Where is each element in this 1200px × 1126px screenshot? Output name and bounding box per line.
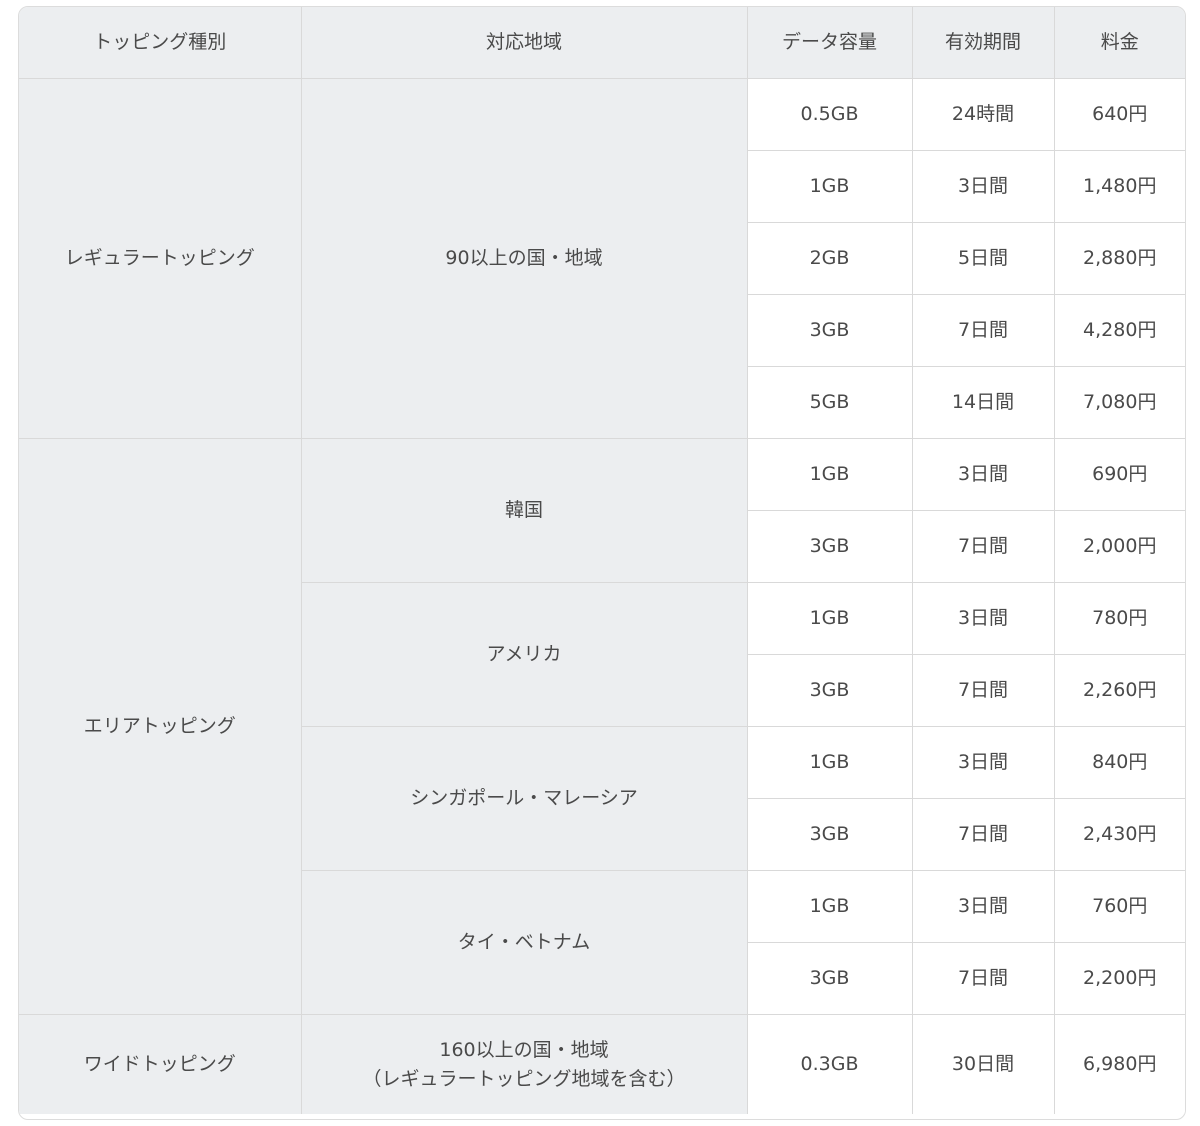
- price-cell: 2,200円: [1053, 942, 1185, 1015]
- data-capacity-cell: 2GB: [747, 222, 913, 295]
- price-cell: 4,280円: [1053, 294, 1185, 367]
- data-capacity-cell: 3GB: [747, 798, 913, 871]
- validity-period-cell: 7日間: [911, 798, 1055, 871]
- region-cell: シンガポール・マレーシア: [301, 726, 748, 871]
- validity-period-cell: 24時間: [911, 78, 1055, 151]
- price-cell: 760円: [1053, 870, 1185, 943]
- price-cell: 840円: [1053, 726, 1185, 799]
- region-line: 160以上の国・地域: [439, 1039, 609, 1061]
- data-capacity-cell: 3GB: [747, 510, 913, 583]
- region-cell: 韓国: [300, 438, 748, 583]
- validity-period-cell: 3日間: [911, 438, 1055, 511]
- table-row: レギュラートッピング 90以上の国・地域 0.5GB 24時間 640円: [19, 78, 1185, 439]
- table-row: ワイドトッピング 160以上の国・地域 （レギュラートッピング地域を含む） 0.…: [19, 1014, 1185, 1114]
- header-validity-period: 有効期間: [911, 7, 1055, 79]
- region-cell: アメリカ: [301, 582, 748, 727]
- price-cell: 7,080円: [1053, 366, 1185, 439]
- data-capacity-cell: 0.5GB: [746, 78, 913, 151]
- price-cell: 2,000円: [1053, 510, 1185, 583]
- validity-period-cell: 7日間: [911, 654, 1055, 727]
- validity-period-cell: 7日間: [911, 942, 1055, 1015]
- price-cell: 2,260円: [1053, 654, 1185, 727]
- header-data-capacity: データ容量: [746, 7, 913, 79]
- price-cell: 2,880円: [1053, 222, 1185, 295]
- header-region: 対応地域: [300, 7, 748, 79]
- validity-period-cell: 3日間: [911, 726, 1055, 799]
- header-price: 料金: [1053, 7, 1185, 79]
- data-capacity-cell: 3GB: [747, 654, 913, 727]
- price-cell: 640円: [1053, 78, 1185, 151]
- validity-period-cell: 7日間: [911, 510, 1055, 583]
- data-capacity-cell: 1GB: [747, 150, 913, 223]
- data-capacity-cell: 1GB: [746, 870, 913, 943]
- topping-type-cell: エリアトッピング: [19, 438, 302, 1015]
- table-header-row: トッピング種別 対応地域 データ容量 有効期間 料金: [19, 7, 1185, 79]
- price-cell: 6,980円: [1053, 1014, 1185, 1114]
- region-cell: 160以上の国・地域 （レギュラートッピング地域を含む）: [300, 1014, 748, 1114]
- validity-period-cell: 7日間: [911, 294, 1055, 367]
- price-cell: 690円: [1053, 438, 1185, 511]
- topping-price-table: トッピング種別 対応地域 データ容量 有効期間 料金 レギュラートッピング 90…: [19, 7, 1185, 1114]
- header-topping-type: トッピング種別: [19, 7, 302, 79]
- price-cell: 2,430円: [1053, 798, 1185, 871]
- table-row: エリアトッピング 韓国 1GB 3日間 690円: [19, 438, 1185, 1015]
- validity-period-cell: 5日間: [911, 222, 1055, 295]
- price-cell: 780円: [1053, 582, 1185, 655]
- region-note: （レギュラートッピング地域を含む）: [362, 1067, 686, 1090]
- region-cell: タイ・ベトナム: [301, 870, 748, 1015]
- validity-period-cell: 3日間: [911, 150, 1055, 223]
- data-capacity-cell: 3GB: [747, 294, 913, 367]
- data-capacity-cell: 1GB: [746, 438, 913, 511]
- region-cell: 90以上の国・地域: [300, 78, 748, 439]
- validity-period-cell: 14日間: [911, 366, 1055, 439]
- validity-period-cell: 3日間: [911, 582, 1055, 655]
- validity-period-cell: 3日間: [911, 870, 1055, 943]
- topping-table-container: トッピング種別 対応地域 データ容量 有効期間 料金 レギュラートッピング 90…: [18, 6, 1186, 1120]
- data-capacity-cell: 3GB: [747, 942, 913, 1015]
- data-capacity-cell: 1GB: [746, 726, 913, 799]
- validity-period-cell: 30日間: [911, 1014, 1055, 1114]
- topping-type-cell: ワイドトッピング: [19, 1014, 302, 1114]
- data-capacity-cell: 0.3GB: [746, 1014, 913, 1114]
- data-capacity-cell: 1GB: [746, 582, 913, 655]
- price-cell: 1,480円: [1053, 150, 1185, 223]
- topping-type-cell: レギュラートッピング: [19, 78, 302, 439]
- data-capacity-cell: 5GB: [747, 366, 913, 439]
